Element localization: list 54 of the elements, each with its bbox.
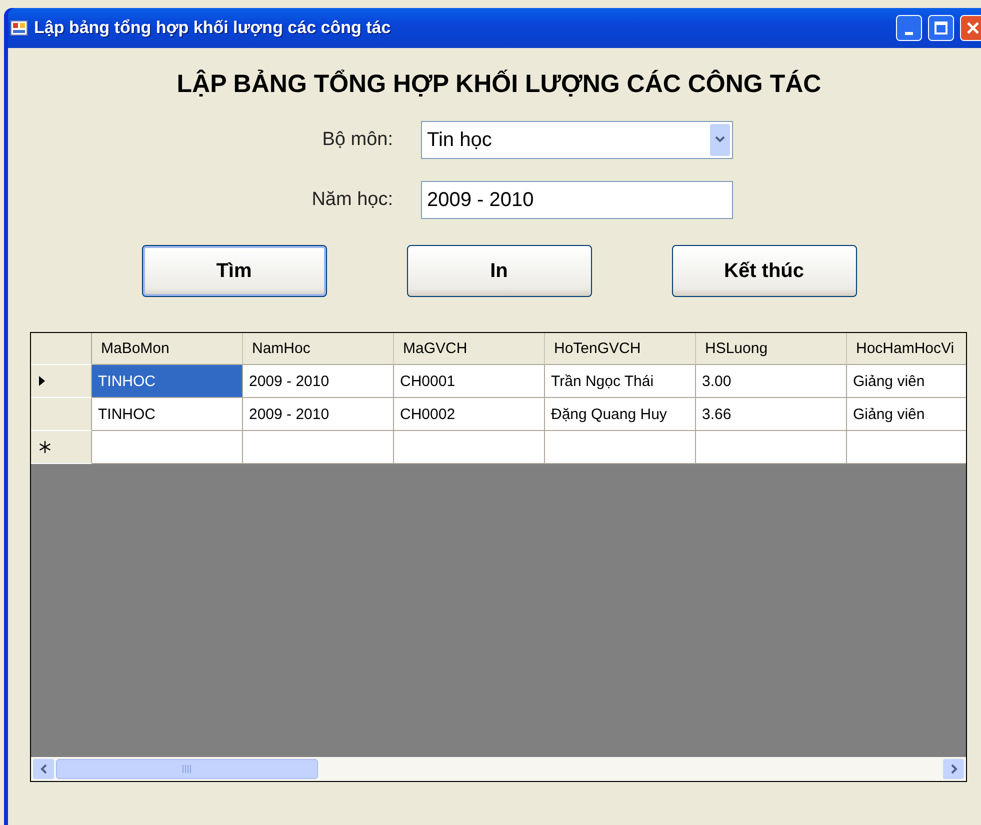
column-header[interactable]: MaBoMon — [92, 333, 243, 365]
asterisk-icon — [39, 441, 51, 453]
maximize-icon — [934, 21, 948, 35]
app-icon — [10, 19, 28, 37]
scroll-thumb[interactable] — [56, 759, 318, 779]
chevron-left-icon — [40, 764, 48, 774]
minimize-button[interactable] — [896, 15, 922, 41]
table-cell[interactable]: 2009 - 2010 — [243, 365, 394, 398]
window-title: Lập bảng tổng hợp khối lượng các công tác — [34, 18, 392, 38]
scroll-right-button[interactable] — [943, 759, 964, 779]
table-cell[interactable] — [696, 431, 847, 464]
maximize-button[interactable] — [928, 15, 954, 41]
corner-header — [31, 333, 92, 365]
action-button[interactable]: In — [406, 245, 592, 297]
column-header[interactable]: NamHoc — [243, 333, 394, 365]
table-cell[interactable] — [394, 431, 545, 464]
field-label: Năm học: — [310, 189, 394, 211]
action-button[interactable]: Tìm — [142, 245, 326, 297]
column-header[interactable]: HSLuong — [696, 333, 847, 365]
horizontal-scrollbar[interactable] — [31, 757, 966, 781]
table-cell[interactable]: 3.00 — [696, 365, 847, 398]
column-header[interactable]: HoTenGVCH — [545, 333, 696, 365]
column-header[interactable]: MaGVCH — [394, 333, 545, 365]
table-cell[interactable] — [545, 431, 696, 464]
close-icon — [966, 21, 980, 35]
table-cell[interactable] — [243, 431, 394, 464]
row-header[interactable] — [31, 365, 92, 398]
table-cell[interactable]: 2009 - 2010 — [243, 398, 394, 431]
table-cell[interactable] — [92, 431, 243, 464]
table-cell[interactable]: 3.66 — [696, 398, 847, 431]
table-cell[interactable]: Đặng Quang Huy — [545, 398, 696, 431]
column-header[interactable]: HocHamHocVi — [847, 333, 966, 365]
table-cell[interactable]: Trần Ngọc Thái — [545, 365, 696, 398]
table-cell[interactable]: Giảng viên — [847, 365, 966, 398]
input-field[interactable]: 2009 - 2010 — [421, 181, 733, 219]
action-button[interactable]: Kết thúc — [672, 245, 856, 297]
table-cell[interactable]: CH0002 — [394, 398, 545, 431]
dropdown-field[interactable]: Tin học — [421, 121, 733, 159]
table-cell[interactable] — [847, 431, 966, 464]
table-cell[interactable]: TINHOC — [92, 365, 243, 398]
row-header[interactable] — [31, 398, 92, 431]
grip-icon — [182, 765, 192, 773]
form-heading: LẬP BẢNG TỔNG HỢP KHỐI LƯỢNG CÁC CÔNG TÁC — [176, 70, 822, 99]
minimize-icon — [905, 32, 913, 34]
table-cell[interactable]: Giảng viên — [847, 398, 966, 431]
close-button[interactable] — [960, 15, 981, 41]
field-label: Bộ môn: — [321, 129, 394, 151]
scroll-left-button[interactable] — [33, 759, 54, 779]
chevron-right-icon — [950, 764, 958, 774]
table-cell[interactable]: TINHOC — [92, 398, 243, 431]
current-row-icon — [39, 376, 45, 386]
chevron-down-icon — [715, 136, 725, 144]
table-cell[interactable]: CH0001 — [394, 365, 545, 398]
row-header[interactable] — [31, 431, 92, 464]
